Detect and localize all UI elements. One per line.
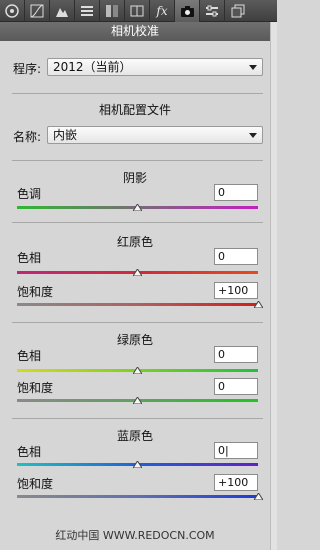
- split-icon: [130, 4, 144, 18]
- divider: [12, 418, 263, 419]
- profile-name-label: 名称:: [13, 130, 42, 144]
- red-saturation-input[interactable]: +100: [214, 282, 258, 299]
- tone-curve-tab[interactable]: [25, 0, 50, 22]
- blue-saturation-label: 饱和度: [17, 477, 54, 491]
- snapshots-tab[interactable]: [225, 0, 250, 22]
- curve-icon: [30, 4, 44, 18]
- green-saturation-input[interactable]: 0: [214, 378, 258, 395]
- camera-calibration-tab[interactable]: [175, 0, 200, 22]
- green-saturation-label: 饱和度: [17, 381, 54, 395]
- shadows-tint-input[interactable]: 0: [214, 184, 258, 201]
- detail-tab[interactable]: [50, 0, 75, 22]
- mountain-icon: [55, 4, 69, 18]
- red-saturation-slider[interactable]: [17, 303, 258, 306]
- presets-tab[interactable]: [200, 0, 225, 22]
- list-icon: [80, 4, 94, 18]
- effects-tab[interactable]: fx: [150, 0, 175, 22]
- hsl-tab[interactable]: [75, 0, 100, 22]
- panel-tab-bar: fx: [0, 0, 277, 22]
- process-label: 程序:: [13, 62, 42, 76]
- slider-thumb[interactable]: [253, 493, 263, 500]
- profile-dropdown[interactable]: 内嵌: [47, 126, 263, 144]
- red-hue-input[interactable]: 0: [214, 248, 258, 265]
- process-value: 2012（当前）: [53, 60, 132, 74]
- divider: [12, 160, 263, 161]
- green-hue-label: 色相: [17, 349, 42, 363]
- profile-value: 内嵌: [53, 128, 78, 142]
- red-saturation-label: 饱和度: [17, 285, 54, 299]
- chevron-down-icon: [249, 133, 257, 138]
- aperture-icon: [5, 4, 19, 18]
- slider-thumb[interactable]: [133, 461, 142, 468]
- green-hue-input[interactable]: 0: [214, 346, 258, 363]
- divider: [12, 222, 263, 223]
- process-dropdown[interactable]: 2012（当前）: [47, 58, 263, 76]
- fx-icon: fx: [156, 4, 168, 18]
- split-toning-tab[interactable]: [100, 0, 125, 22]
- blue-hue-label: 色相: [17, 445, 42, 459]
- slider-thumb[interactable]: [133, 367, 142, 374]
- blue-hue-input[interactable]: 0|: [214, 442, 258, 459]
- blue-saturation-input[interactable]: +100: [214, 474, 258, 491]
- copy-icon: [231, 4, 245, 18]
- slider-thumb[interactable]: [133, 204, 142, 211]
- slider-thumb[interactable]: [133, 397, 142, 404]
- lens-tab[interactable]: [125, 0, 150, 22]
- panel-scrollbar[interactable]: [270, 22, 277, 550]
- basic-tab[interactable]: [0, 0, 25, 22]
- red-hue-label: 色相: [17, 251, 42, 265]
- blue-saturation-slider[interactable]: [17, 495, 258, 498]
- slider-thumb[interactable]: [133, 269, 142, 276]
- watermark: 红动中国 WWW.REDOCN.COM: [55, 529, 215, 542]
- slider-thumb[interactable]: [253, 301, 263, 308]
- divider: [12, 322, 263, 323]
- divider: [12, 93, 263, 94]
- profile-section-title: 相机配置文件: [98, 103, 171, 117]
- camera-icon: [180, 5, 195, 18]
- panel-title: 相机校准: [0, 22, 270, 41]
- chevron-down-icon: [249, 65, 257, 70]
- sliders-icon: [205, 4, 219, 18]
- shadows-tint-label: 色调: [17, 187, 42, 201]
- gray-bars-icon: [105, 4, 119, 18]
